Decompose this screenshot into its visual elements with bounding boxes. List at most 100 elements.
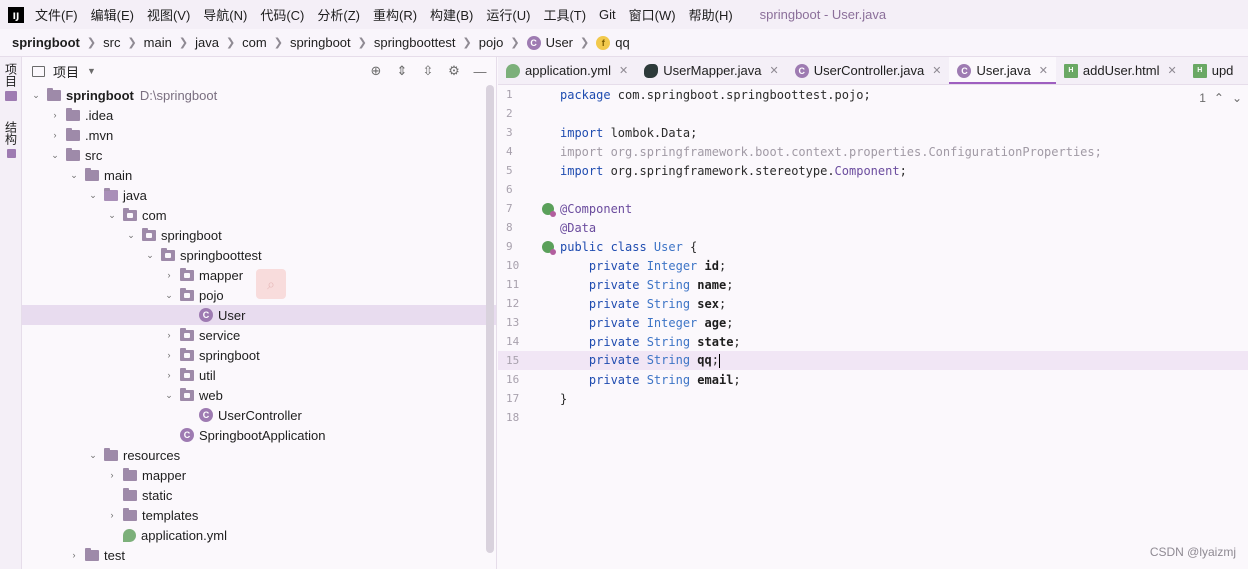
chevron-right-icon[interactable]: › <box>49 130 61 140</box>
menu-code[interactable]: 代码(C) <box>260 5 304 24</box>
close-icon[interactable]: ✕ <box>1039 64 1048 77</box>
tree-row-test[interactable]: › test <box>22 545 496 565</box>
tree-row-templates[interactable]: › templates <box>22 505 496 525</box>
tree-row-mvn[interactable]: › .mvn <box>22 125 496 145</box>
tree-row-usercontroller[interactable]: C UserController <box>22 405 496 425</box>
tab-usermapper-java[interactable]: UserMapper.java ✕ <box>636 57 787 84</box>
tree-row-main[interactable]: ⌄ main <box>22 165 496 185</box>
line-number: 14 <box>506 335 520 348</box>
tree-row-springboot-pkg[interactable]: ⌄ springboot <box>22 225 496 245</box>
menu-file[interactable]: 文件(F) <box>35 5 78 24</box>
menu-git[interactable]: Git <box>599 7 616 22</box>
code-line: 17 } <box>498 389 1248 408</box>
menu-view[interactable]: 视图(V) <box>147 5 190 24</box>
spring-bean-icon[interactable] <box>542 240 556 255</box>
locate-icon[interactable]: ⊕ <box>368 63 384 79</box>
chevron-right-icon[interactable]: › <box>163 330 175 340</box>
menu-run[interactable]: 运行(U) <box>486 5 530 24</box>
menu-tools[interactable]: 工具(T) <box>543 5 586 24</box>
chevron-right-icon[interactable]: › <box>68 550 80 560</box>
breadcrumb-item[interactable]: com <box>242 35 267 50</box>
breadcrumb-item[interactable]: pojo <box>479 35 504 50</box>
chevron-right-icon[interactable]: › <box>49 110 61 120</box>
project-tool-button[interactable]: 项目 <box>3 63 19 101</box>
editor: application.yml ✕ UserMapper.java ✕ C Us… <box>498 57 1248 569</box>
tree-row-static[interactable]: static <box>22 485 496 505</box>
breadcrumb-item[interactable]: springboot <box>12 35 80 50</box>
breadcrumb-item[interactable]: java <box>195 35 219 50</box>
tab-upd[interactable]: H upd <box>1185 57 1242 84</box>
chevron-down-icon[interactable]: ⌄ <box>125 230 137 241</box>
yml-icon <box>506 63 520 78</box>
chevron-down-icon[interactable]: ⌄ <box>144 250 156 261</box>
tree-row-mapper-res[interactable]: › mapper <box>22 465 496 485</box>
expand-all-icon[interactable]: ⇕ <box>394 63 410 79</box>
tree-row-springboottest[interactable]: ⌄ springboottest <box>22 245 496 265</box>
breadcrumb-item[interactable]: springboot <box>290 35 351 50</box>
close-icon[interactable]: ✕ <box>932 64 941 77</box>
menu-navigate[interactable]: 导航(N) <box>203 5 247 24</box>
tab-label: application.yml <box>525 63 611 78</box>
menu-help[interactable]: 帮助(H) <box>689 5 733 24</box>
close-icon[interactable]: ✕ <box>1168 64 1177 77</box>
project-scrollbar[interactable] <box>486 85 494 553</box>
spring-bean-icon[interactable] <box>542 202 556 217</box>
tab-adduser-html[interactable]: H addUser.html ✕ <box>1056 57 1185 84</box>
tree-row-label: mapper <box>142 467 187 483</box>
tree-row-path: D:\springboot <box>139 87 218 103</box>
chevron-down-icon[interactable]: ⌄ <box>106 210 118 221</box>
menu-refactor[interactable]: 重构(R) <box>373 5 417 24</box>
menu-window[interactable]: 窗口(W) <box>629 5 676 24</box>
chevron-right-icon[interactable]: › <box>106 470 118 480</box>
structure-tool-button[interactable]: 结构 <box>3 121 19 158</box>
tree-row-service[interactable]: › service <box>22 325 496 345</box>
menu-analyze[interactable]: 分析(Z) <box>317 5 360 24</box>
gear-icon[interactable]: ⚙ <box>446 63 462 79</box>
breadcrumb-class[interactable]: C User <box>526 35 573 50</box>
chevron-right-icon[interactable]: › <box>163 350 175 360</box>
tree-row-application-yml[interactable]: application.yml <box>22 525 496 545</box>
tree-row-src[interactable]: ⌄ src <box>22 145 496 165</box>
tab-usercontroller-java[interactable]: C UserController.java ✕ <box>787 57 950 84</box>
close-icon[interactable]: ✕ <box>770 64 779 77</box>
tree-row-label: SpringbootApplication <box>199 427 326 443</box>
chevron-right-icon[interactable]: › <box>163 270 175 280</box>
tree-row-java[interactable]: ⌄ java <box>22 185 496 205</box>
code-area[interactable]: 1 package com.springboot.springboottest.… <box>498 85 1248 569</box>
tree-row-resources[interactable]: ⌄ resources <box>22 445 496 465</box>
tree-row-user[interactable]: C User <box>22 305 496 325</box>
tree-row-web[interactable]: ⌄ web <box>22 385 496 405</box>
chevron-down-icon[interactable]: ⌄ <box>163 390 175 401</box>
minimize-icon[interactable]: — <box>472 63 488 79</box>
tree-row-springboot-sub[interactable]: › springboot <box>22 345 496 365</box>
chevron-down-icon[interactable]: ⌄ <box>49 150 61 161</box>
tree-row-com[interactable]: ⌄ com <box>22 205 496 225</box>
project-panel-title[interactable]: 项目 <box>53 62 79 81</box>
close-icon[interactable]: ✕ <box>619 64 628 77</box>
menu-build[interactable]: 构建(B) <box>430 5 473 24</box>
breadcrumb-item[interactable]: src <box>103 35 120 50</box>
breadcrumb-item[interactable]: main <box>144 35 172 50</box>
tree-row-springboot-root[interactable]: ⌄ springboot D:\springboot <box>22 85 496 105</box>
chevron-down-icon[interactable]: ⌄ <box>87 190 99 201</box>
folder-icon <box>123 487 137 501</box>
breadcrumb-item[interactable]: springboottest <box>374 35 456 50</box>
chevron-down-icon[interactable]: ⌄ <box>163 290 175 301</box>
tree-row-idea[interactable]: › .idea <box>22 105 496 125</box>
chevron-right-icon[interactable]: › <box>106 510 118 520</box>
chevron-down-icon[interactable]: ▼ <box>87 66 96 76</box>
chevron-down-icon[interactable]: ⌄ <box>30 90 42 101</box>
tree-row-util[interactable]: › util <box>22 365 496 385</box>
chevron-down-icon[interactable]: ⌄ <box>68 170 80 181</box>
tab-user-java[interactable]: C User.java ✕ <box>949 57 1057 84</box>
chevron-down-icon[interactable]: ⌄ <box>87 450 99 461</box>
package-icon <box>123 207 137 221</box>
tree-row-label: static <box>142 487 173 503</box>
collapse-all-icon[interactable]: ⇳ <box>420 63 436 79</box>
breadcrumb-field[interactable]: f qq <box>596 35 630 50</box>
html-icon: H <box>1063 63 1078 78</box>
chevron-right-icon[interactable]: › <box>163 370 175 380</box>
tab-application-yml[interactable]: application.yml ✕ <box>498 57 636 84</box>
menu-edit[interactable]: 编辑(E) <box>91 5 134 24</box>
tree-row-springbootapplication[interactable]: C SpringbootApplication <box>22 425 496 445</box>
